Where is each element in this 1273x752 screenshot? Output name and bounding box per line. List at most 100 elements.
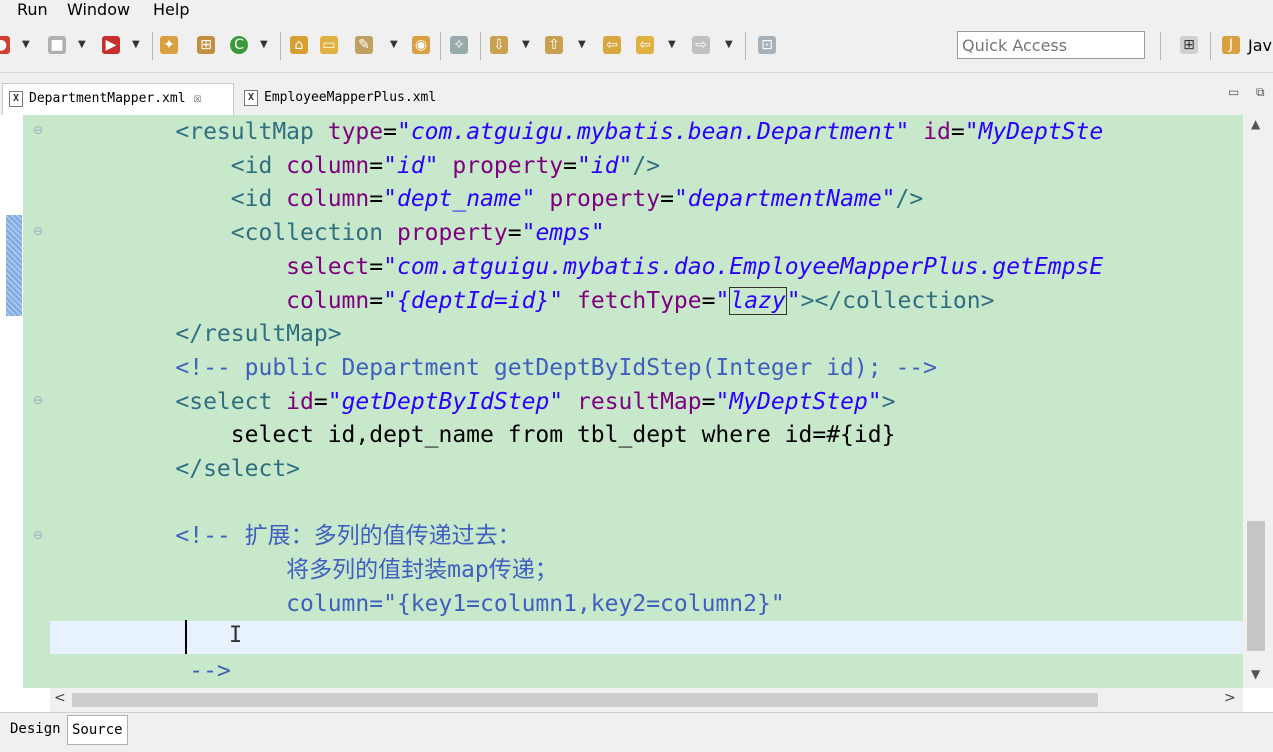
source-editor[interactable]: <resultMap type="com.atguigu.mybatis.bea… [0, 115, 1273, 712]
previous-annotation-icon[interactable]: ⇧ [545, 36, 563, 54]
minimize-icon[interactable]: ▭ [1228, 85, 1239, 99]
back-dropdown-icon[interactable]: ▼ [668, 36, 676, 54]
scroll-down-icon[interactable]: ▼ [1251, 667, 1260, 681]
forward-dropdown-icon[interactable]: ▼ [725, 36, 733, 54]
xml-file-icon: X [244, 89, 258, 106]
stop-icon[interactable]: ■ [48, 36, 66, 54]
code-area[interactable]: <resultMap type="com.atguigu.mybatis.bea… [23, 115, 1243, 688]
open-type-icon[interactable]: ⌂ [290, 36, 308, 54]
stop-dropdown-icon[interactable]: ▼ [78, 36, 86, 54]
toolbar-separator [152, 32, 153, 60]
next-annotation-dropdown-icon[interactable]: ▼ [522, 36, 530, 54]
tab-label: DepartmentMapper.xml [29, 91, 186, 106]
code-token: resultMap [577, 388, 702, 415]
menu-window[interactable]: Window [67, 0, 130, 20]
horizontal-scroll-thumb[interactable] [72, 693, 1098, 707]
search-icon[interactable]: ✎ [355, 36, 373, 54]
text-cursor [185, 620, 187, 654]
code-token: " [786, 287, 801, 314]
run-external-dropdown-icon[interactable]: ▼ [132, 36, 140, 54]
code-token: 将多列的值封装map传递； [286, 557, 558, 584]
code-token: "dept_name" [383, 186, 536, 213]
scroll-right-icon[interactable]: > [1224, 690, 1236, 706]
vertical-scroll-thumb[interactable] [1247, 521, 1265, 651]
code-token: "MyDeptSte [964, 119, 1104, 145]
code-token: /> [895, 186, 924, 213]
code-line: 将多列的值封装map传递； [120, 553, 558, 587]
open-task-icon[interactable]: ◉ [412, 36, 430, 54]
java-perspective-icon[interactable]: J [1222, 36, 1240, 54]
editor-tab-bar: X DepartmentMapper.xml ☒ X EmployeeMapperPl… [0, 73, 1273, 115]
mouse-ibeam-icon: I [229, 623, 243, 648]
fold-toggle-icon[interactable]: ⊖ [33, 528, 43, 542]
new-class-dropdown-icon[interactable]: ▼ [260, 36, 268, 54]
code-token: = [507, 220, 522, 247]
code-token: property [549, 186, 661, 213]
code-token: column="{key1=column1,key2=column2}" [286, 590, 785, 617]
open-perspective-icon[interactable]: ⊞ [1180, 36, 1198, 54]
pin-editor-icon[interactable]: ⊡ [758, 36, 776, 54]
scroll-left-icon[interactable]: < [54, 690, 66, 706]
fold-toggle-icon[interactable]: ⊖ [33, 224, 43, 238]
code-token: = [701, 287, 716, 314]
code-token: <resultMap [175, 119, 328, 145]
menu-run[interactable]: Run [17, 0, 48, 20]
debug-dropdown-icon[interactable]: ▼ [22, 36, 30, 54]
tab-design[interactable]: Design [6, 715, 65, 745]
change-marker [6, 215, 22, 316]
toolbar-separator [480, 32, 481, 60]
code-line: column="{deptId=id}" fetchType="lazy"></… [120, 284, 994, 318]
forward-icon[interactable]: ⇨ [692, 36, 710, 54]
code-token: select id,dept_name from tbl_dept where … [120, 422, 896, 449]
new-class-icon[interactable]: C [230, 36, 248, 54]
toolbar-separator [1210, 32, 1211, 60]
tab-employee-mapper-plus[interactable]: X EmployeeMapperPlus.xml [238, 83, 458, 115]
code-token: </select> [175, 456, 301, 482]
next-annotation-icon[interactable]: ⇩ [490, 36, 508, 54]
code-token: "getDeptByIdStep" [327, 388, 564, 415]
code-line: <id column="dept_name" property="departm… [120, 182, 923, 216]
fold-toggle-icon[interactable]: ⊖ [33, 123, 43, 137]
horizontal-scrollbar[interactable]: < > [50, 688, 1243, 712]
scroll-up-icon[interactable]: ▲ [1251, 117, 1260, 131]
toolbar: ● ▼ ■ ▼ ▶ ▼ ✦ ⊞ C ▼ ⌂ ▭ ✎ ▼ ◉ ✧ ⇩ ▼ ⇧ ▼ … [0, 22, 1273, 73]
code-token: column [286, 287, 370, 314]
fold-toggle-icon[interactable]: ⊖ [33, 393, 43, 407]
code-token: id [286, 388, 314, 415]
code-line: select="com.atguigu.mybatis.dao.Employee… [120, 250, 1103, 284]
last-edit-icon[interactable]: ⇦ [603, 36, 621, 54]
maximize-icon[interactable]: ⧉ [1256, 85, 1265, 100]
open-folder-icon[interactable]: ▭ [320, 36, 338, 54]
perspective-java-label[interactable]: Jav [1248, 36, 1272, 56]
code-token: = [383, 119, 397, 145]
code-token: = [369, 287, 384, 314]
new-package-icon[interactable]: ⊞ [197, 36, 215, 54]
code-token: "{deptId=id}" [383, 287, 564, 314]
code-token: = [369, 186, 384, 213]
code-token: </resultMap> [175, 321, 342, 348]
search-dropdown-icon[interactable]: ▼ [390, 36, 398, 54]
vertical-scrollbar[interactable]: ▲ ▼ [1243, 115, 1273, 688]
tab-department-mapper[interactable]: X DepartmentMapper.xml ☒ [2, 83, 234, 115]
run-external-icon[interactable]: ▶ [102, 36, 120, 54]
code-token: "departmentName" [673, 186, 896, 213]
close-tab-icon[interactable]: ☒ [194, 91, 202, 106]
new-project-icon[interactable]: ✦ [160, 36, 178, 54]
menu-help[interactable]: Help [153, 0, 189, 20]
back-icon[interactable]: ⇦ [636, 36, 654, 54]
toggle-mark-icon[interactable]: ✧ [450, 36, 468, 54]
debug-icon[interactable]: ● [0, 36, 10, 54]
editor-mode-tabs: Design Source [0, 712, 1273, 752]
code-token: ></collection> [800, 287, 995, 314]
previous-annotation-dropdown-icon[interactable]: ▼ [578, 36, 586, 54]
quick-access-input[interactable] [957, 31, 1145, 59]
tab-source[interactable]: Source [67, 715, 128, 745]
toolbar-separator [440, 32, 441, 60]
